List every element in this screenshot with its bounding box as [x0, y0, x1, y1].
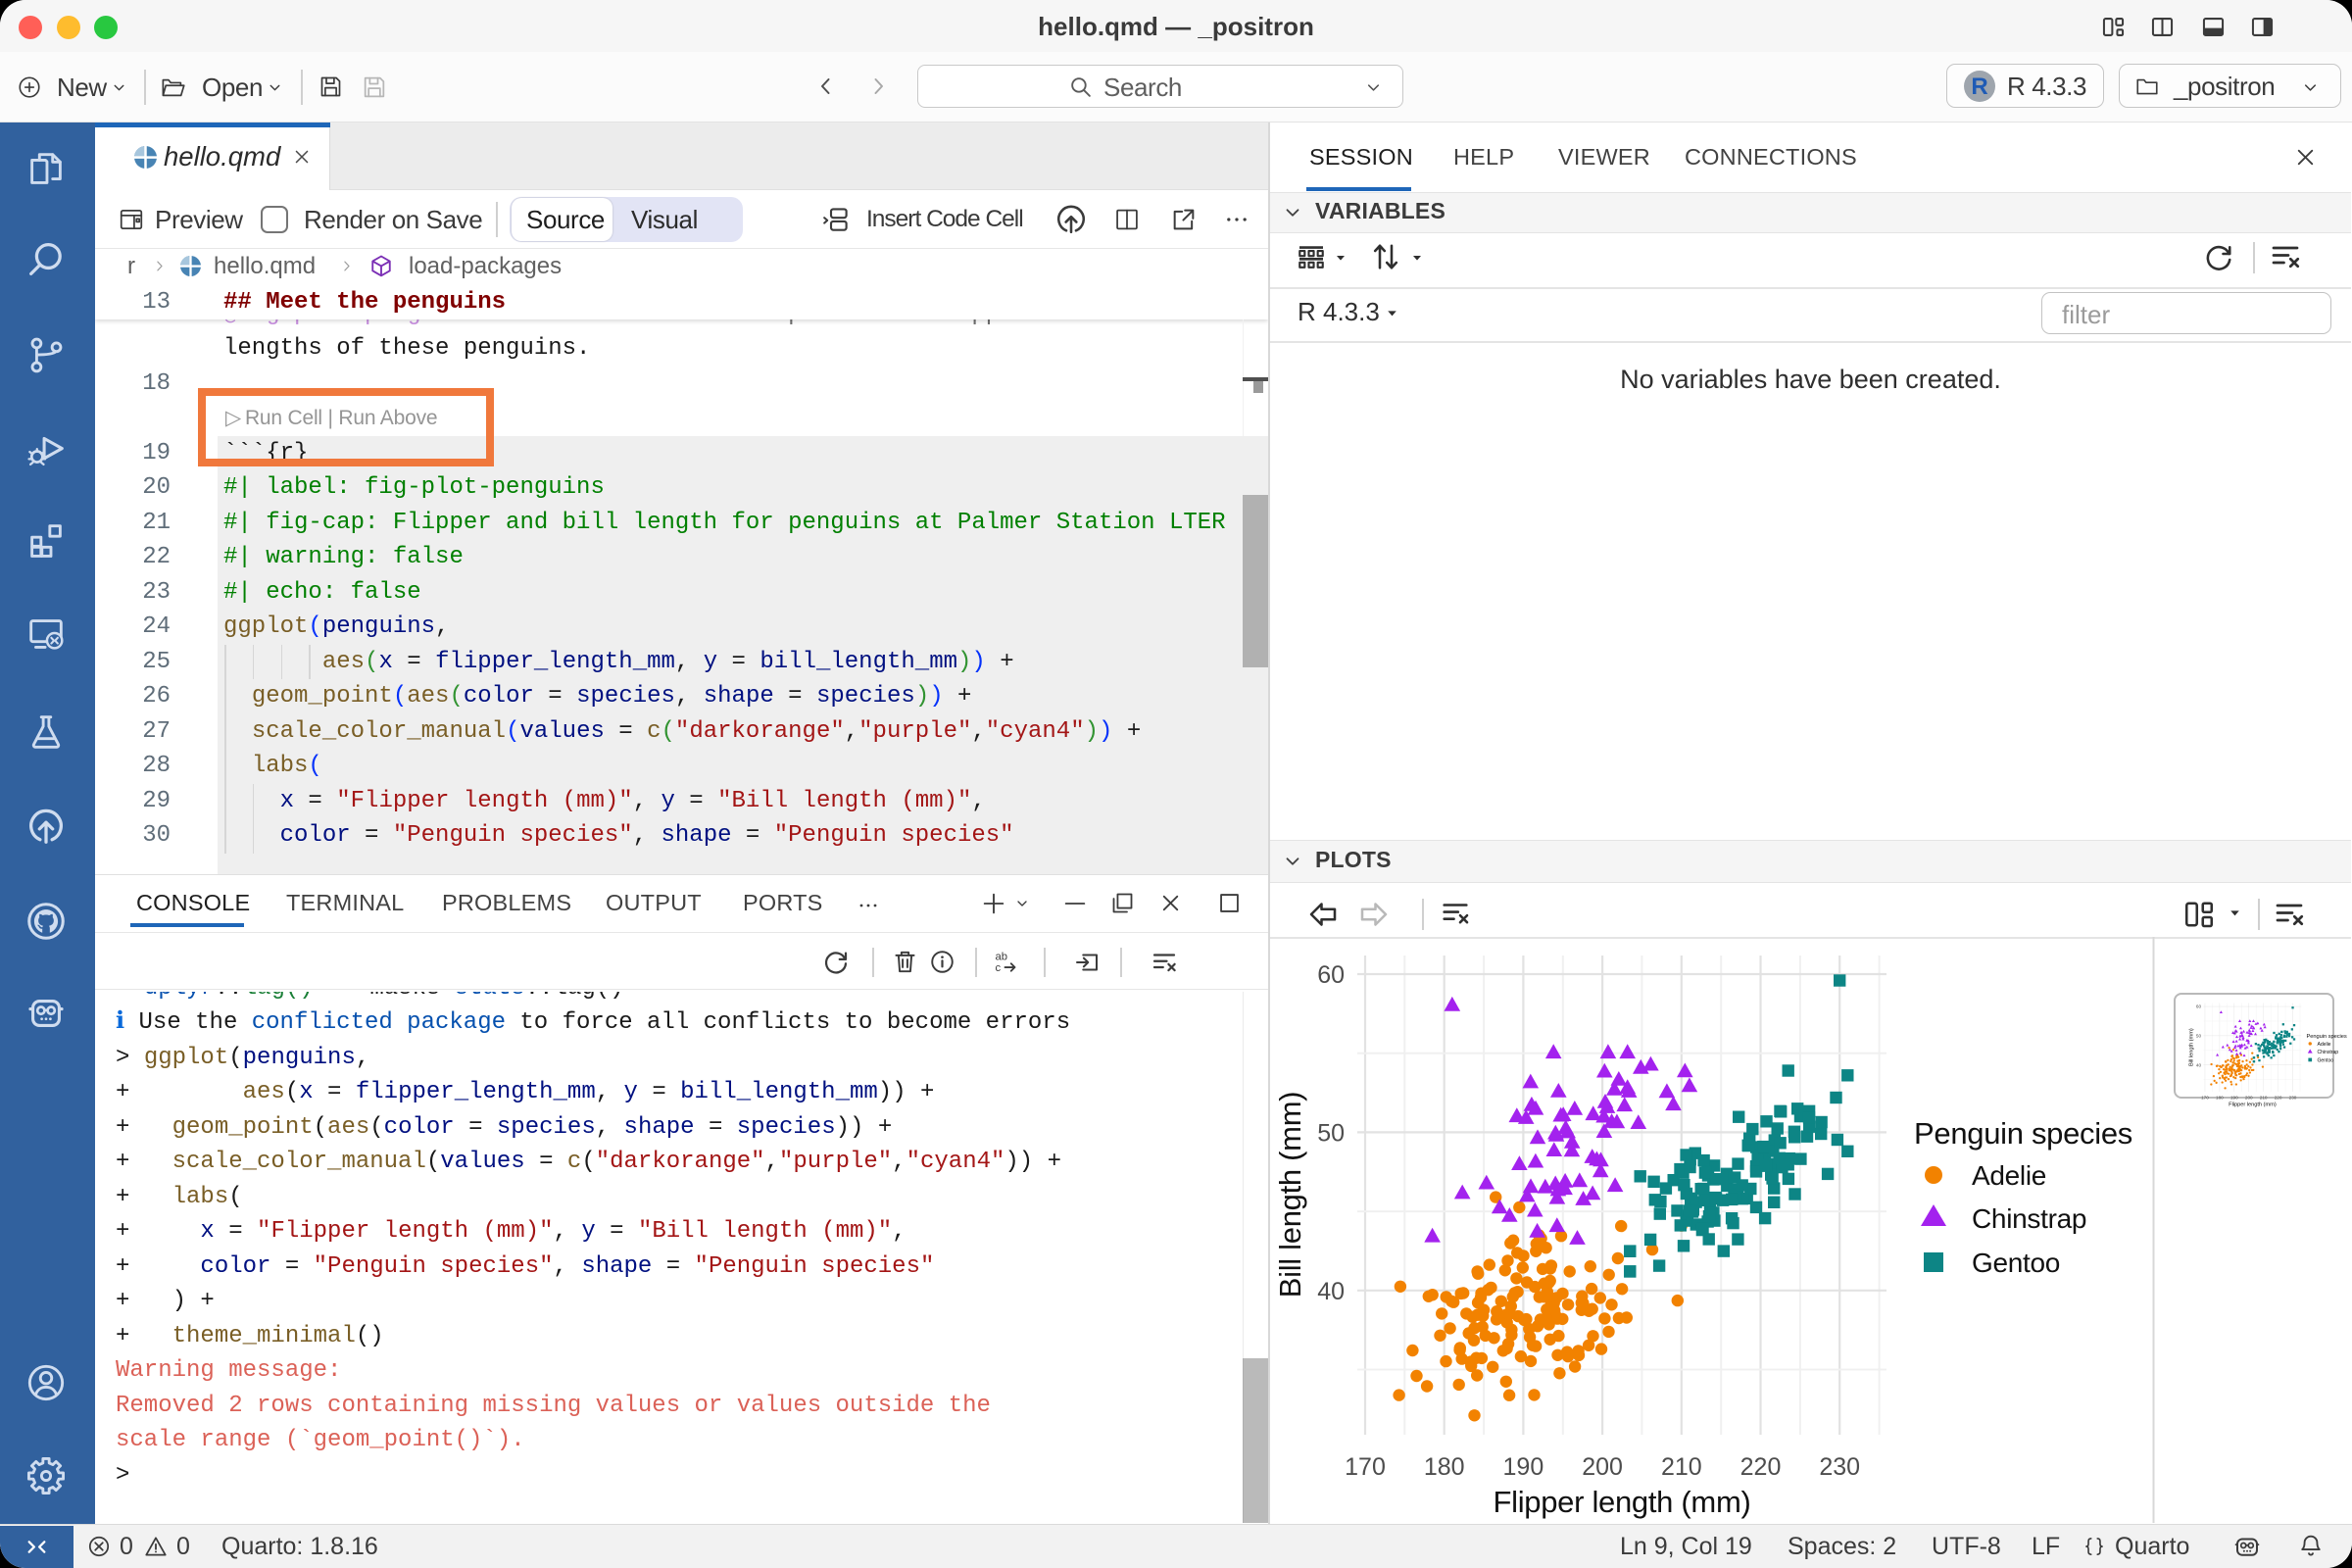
svg-text:190: 190 — [1503, 1453, 1544, 1481]
svg-text:Penguin species: Penguin species — [1914, 1116, 2132, 1151]
svg-text:Flipper length (mm): Flipper length (mm) — [1493, 1485, 1750, 1519]
svg-text:170: 170 — [1345, 1453, 1386, 1481]
svg-text:Chinstrap: Chinstrap — [1972, 1203, 2086, 1234]
svg-text:200: 200 — [1582, 1453, 1623, 1481]
svg-text:Adelie: Adelie — [1972, 1160, 2046, 1191]
svg-text:210: 210 — [1661, 1453, 1702, 1481]
svg-text:ab: ab — [996, 952, 1008, 963]
svg-text:220: 220 — [1740, 1453, 1782, 1481]
svg-text:c: c — [996, 962, 1002, 974]
svg-text:180: 180 — [1424, 1453, 1465, 1481]
svg-text:Gentoo: Gentoo — [1972, 1248, 2060, 1278]
svg-text:50: 50 — [1317, 1119, 1345, 1147]
svg-text:60: 60 — [1317, 961, 1345, 989]
svg-text:230: 230 — [1819, 1453, 1860, 1481]
svg-text:40: 40 — [1317, 1278, 1345, 1305]
svg-text:Bill length (mm): Bill length (mm) — [1273, 1092, 1307, 1298]
